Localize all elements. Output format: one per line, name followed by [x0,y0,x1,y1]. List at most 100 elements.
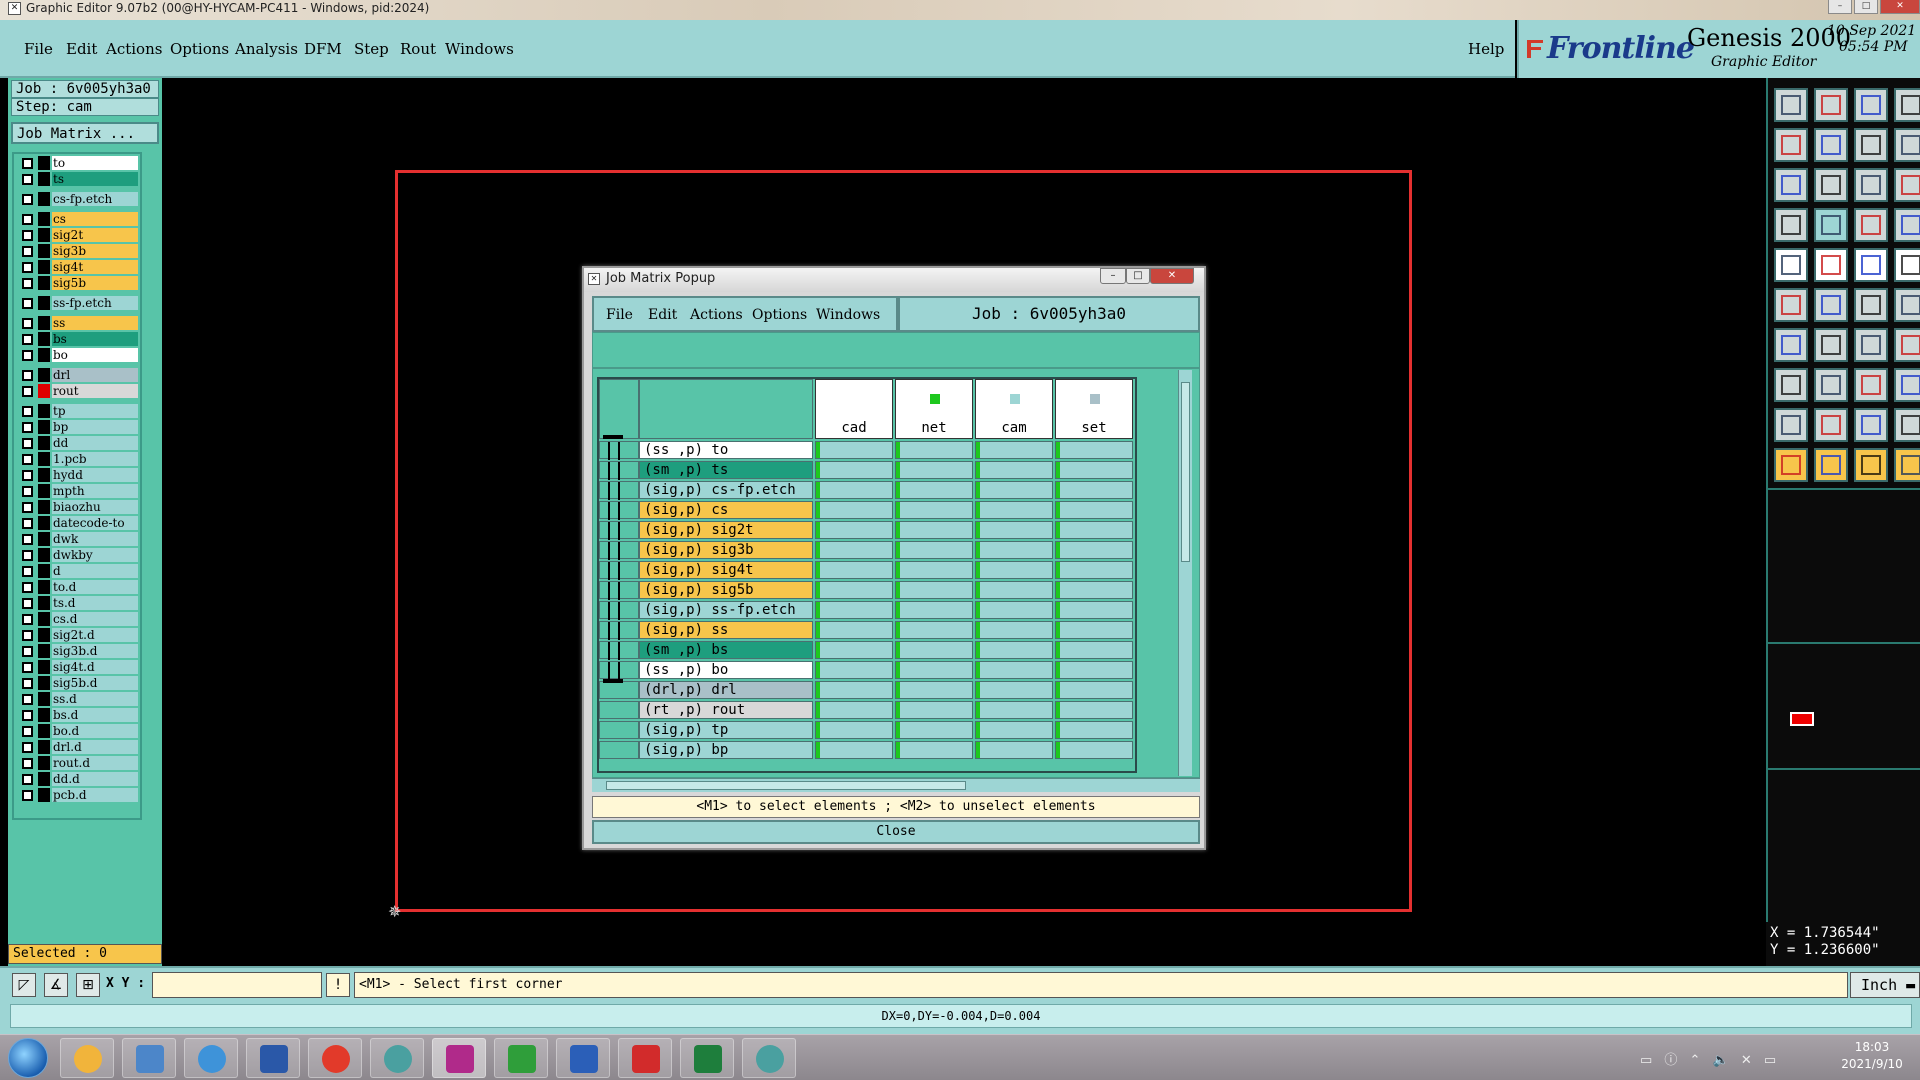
tool-button[interactable] [1774,368,1808,402]
layer-checkbox[interactable] [22,174,33,185]
matrix-cell[interactable] [975,621,1053,639]
layer-checkbox[interactable] [22,278,33,289]
row-context-cell[interactable] [599,701,639,719]
layer-checkbox[interactable] [22,350,33,361]
matrix-cell[interactable] [895,581,973,599]
row-context-cell[interactable] [599,741,639,759]
matrix-cell[interactable] [1055,721,1133,739]
grid-icon[interactable]: ⊞ [76,973,100,997]
layer-checkbox[interactable] [22,406,33,417]
tool-button[interactable] [1894,248,1920,282]
layer-checkbox[interactable] [22,582,33,593]
matrix-cell[interactable] [975,701,1053,719]
layer-checkbox[interactable] [22,662,33,673]
row-context-cell[interactable] [599,681,639,699]
layer-checkbox[interactable] [22,262,33,273]
layer-row[interactable]: rout.d [16,756,140,770]
layer-checkbox[interactable] [22,694,33,705]
tool-button[interactable] [1774,408,1808,442]
taskbar-app-1[interactable] [60,1038,114,1078]
layer-row[interactable]: tp [16,404,140,418]
tool-button[interactable] [1814,168,1848,202]
layer-checkbox[interactable] [22,158,33,169]
matrix-cell[interactable] [975,501,1053,519]
row-context-cell[interactable] [599,541,639,560]
tool-button[interactable] [1814,248,1848,282]
tool-button[interactable] [1774,168,1808,202]
layer-row-label[interactable]: (rt ,p) rout [639,701,813,719]
layer-row[interactable]: drl [16,368,140,382]
matrix-cell[interactable] [1055,701,1133,719]
layer-row[interactable]: sig3b [16,244,140,258]
layer-row[interactable]: ss [16,316,140,330]
layer-row-label[interactable]: (sig,p) sig5b [639,581,813,599]
layer-row-label[interactable]: (sig,p) bp [639,741,813,759]
layer-checkbox[interactable] [22,246,33,257]
layer-row[interactable]: hydd [16,468,140,482]
step-column-set[interactable]: set [1055,379,1133,439]
layer-checkbox[interactable] [22,502,33,513]
layer-row[interactable]: sig2t.d [16,628,140,642]
layer-row[interactable]: bs.d [16,708,140,722]
tool-button[interactable] [1774,88,1808,122]
matrix-cell[interactable] [895,461,973,479]
matrix-cell[interactable] [1055,621,1133,639]
popup-minimize-button[interactable]: – [1100,268,1126,284]
layer-row[interactable]: sig5b.d [16,676,140,690]
layer-checkbox[interactable] [22,298,33,309]
matrix-cell[interactable] [975,581,1053,599]
layer-row[interactable]: ts [16,172,140,186]
matrix-cell[interactable] [975,681,1053,699]
layer-row[interactable]: bs [16,332,140,346]
popup-menu-windows[interactable]: Windows [816,307,880,323]
menu-edit[interactable]: Edit [66,40,97,58]
layer-checkbox[interactable] [22,614,33,625]
horizontal-scrollbar[interactable] [592,778,1200,792]
tool-button[interactable] [1814,328,1848,362]
layer-row[interactable]: sig4t [16,260,140,274]
menu-file[interactable]: File [24,40,53,58]
layer-row-label[interactable]: (sig,p) sig3b [639,541,813,559]
units-selector[interactable]: Inch ▬ [1850,972,1920,998]
menu-step[interactable]: Step [354,40,389,58]
tool-button[interactable] [1894,448,1920,482]
layer-row[interactable]: dwk [16,532,140,546]
tool-button[interactable] [1774,288,1808,322]
taskbar-app-4[interactable] [246,1038,300,1078]
measure-icon[interactable]: ∡ [44,973,68,997]
layer-row[interactable]: to.d [16,580,140,594]
matrix-cell[interactable] [815,661,893,679]
matrix-cell[interactable] [895,441,973,459]
layer-row[interactable]: drl.d [16,740,140,754]
layer-row[interactable]: dwkby [16,548,140,562]
layer-row[interactable]: cs-fp.etch [16,192,140,206]
matrix-cell[interactable] [815,741,893,759]
tool-button[interactable] [1894,328,1920,362]
row-context-cell[interactable] [599,581,639,600]
overview-window-icon[interactable] [1790,712,1814,726]
layer-row[interactable]: ts.d [16,596,140,610]
layer-checkbox[interactable] [22,726,33,737]
matrix-cell[interactable] [815,581,893,599]
matrix-cell[interactable] [1055,661,1133,679]
taskbar-app-6[interactable] [370,1038,424,1078]
tool-button[interactable] [1854,448,1888,482]
matrix-cell[interactable] [895,501,973,519]
layer-row[interactable]: ss-fp.etch [16,296,140,310]
layer-checkbox[interactable] [22,758,33,769]
step-column-cad[interactable]: cad [815,379,893,439]
tool-button[interactable] [1854,288,1888,322]
step-column-cam[interactable]: cam [975,379,1053,439]
matrix-cell[interactable] [815,681,893,699]
layer-checkbox[interactable] [22,334,33,345]
row-context-cell[interactable] [599,481,639,500]
matrix-cell[interactable] [815,601,893,619]
tool-button[interactable] [1814,448,1848,482]
job-matrix-button[interactable]: Job Matrix ... [11,122,159,144]
tool-button[interactable] [1774,208,1808,242]
layer-row-label[interactable]: (sm ,p) ts [639,461,813,479]
matrix-cell[interactable] [1055,541,1133,559]
layer-row[interactable]: biaozhu [16,500,140,514]
taskbar-app-2[interactable] [122,1038,176,1078]
matrix-cell[interactable] [895,661,973,679]
